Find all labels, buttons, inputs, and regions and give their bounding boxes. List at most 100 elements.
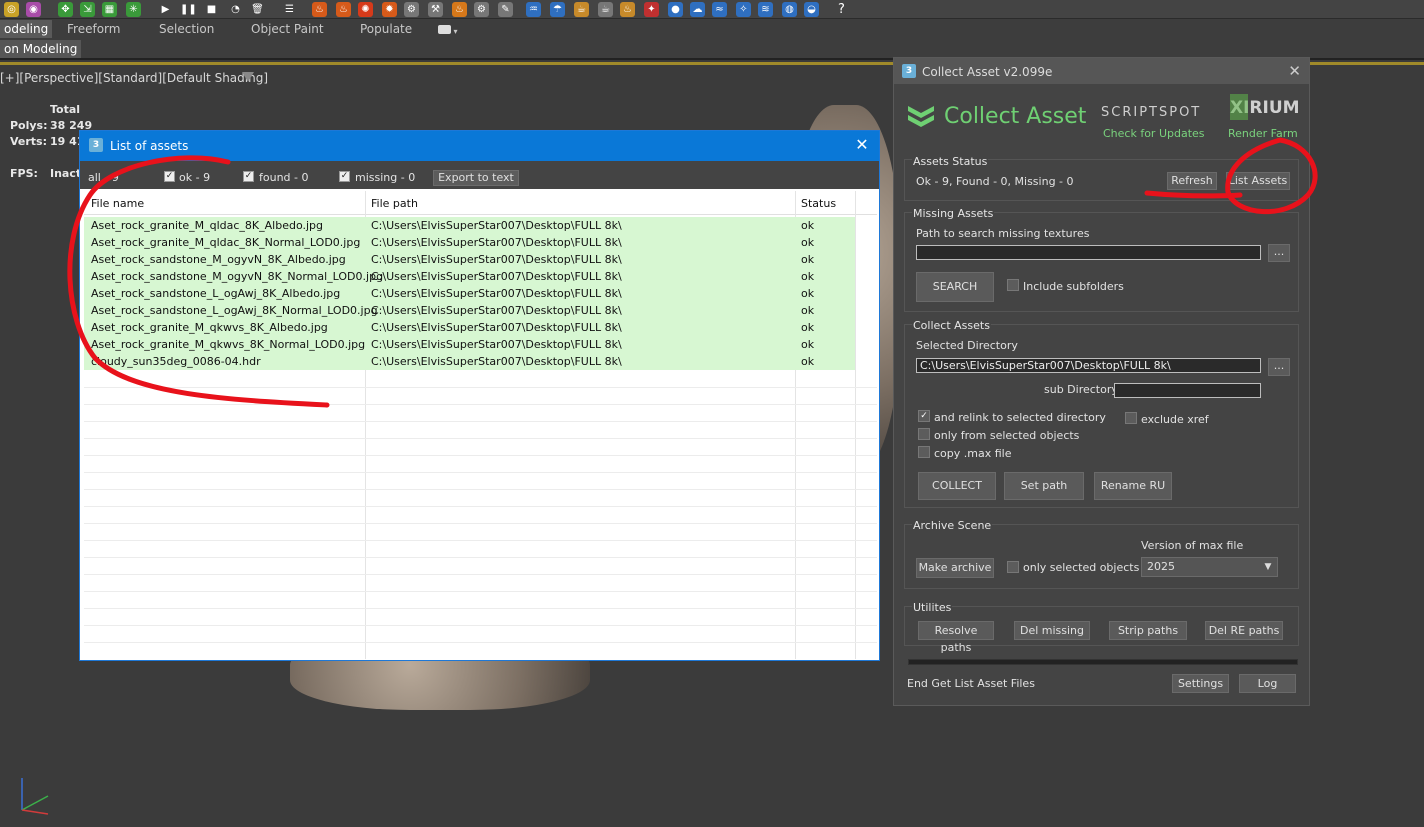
magnet-icon[interactable]: ◉ <box>26 2 41 17</box>
relink-checkbox[interactable]: ✓ <box>918 410 930 422</box>
sub-ribbon-label[interactable]: on Modeling <box>0 40 82 58</box>
only-selected-label[interactable]: only from selected objects <box>934 429 1079 442</box>
filter-ok-checkbox[interactable]: ✓ <box>164 171 175 182</box>
fire-icon[interactable]: ♨ <box>312 2 327 17</box>
bubble-icon[interactable]: ◍ <box>782 2 797 17</box>
coffee-icon[interactable]: ☕ <box>598 2 613 17</box>
table-row[interactable]: Aset_rock_granite_M_qkwvs_8K_Normal_LOD0… <box>84 336 855 353</box>
sub-directory-input[interactable] <box>1114 383 1261 398</box>
table-row[interactable]: Aset_rock_sandstone_M_ogyvN_8K_Albedo.jp… <box>84 251 855 268</box>
fx-icon[interactable]: ✺ <box>358 2 373 17</box>
water-icon[interactable]: ♒ <box>526 2 541 17</box>
fluid-icon[interactable]: ☂ <box>550 2 565 17</box>
trash-icon[interactable]: 🗑 <box>250 2 265 17</box>
exclude-xref-label[interactable]: exclude xref <box>1141 413 1209 426</box>
table-row[interactable]: Aset_rock_sandstone_L_ogAwj_8K_Albedo.jp… <box>84 285 855 302</box>
export-to-text-button[interactable]: Export to text <box>433 170 519 186</box>
fire2-icon[interactable]: ♨ <box>336 2 351 17</box>
resolve-paths-button[interactable]: Resolve paths <box>918 621 994 654</box>
include-subfolders-label[interactable]: Include subfolders <box>1023 280 1124 293</box>
only-selected-objects-label[interactable]: only selected objects <box>1023 561 1139 574</box>
flame-icon[interactable]: ♨ <box>452 2 467 17</box>
table-row[interactable]: Aset_rock_granite_M_qkwvs_8K_Albedo.jpg C… <box>84 319 855 336</box>
list-icon[interactable]: ☰ <box>282 2 297 17</box>
play-icon[interactable]: ▶ <box>158 2 173 17</box>
missing-path-input[interactable] <box>916 245 1261 260</box>
scriptspot-logo[interactable]: SCRIPTSPOT <box>1101 105 1201 120</box>
collect-titlebar[interactable]: 3 Collect Asset v2.099e ✕ <box>894 58 1309 84</box>
strip-paths-button[interactable]: Strip paths <box>1109 621 1187 640</box>
relink-label[interactable]: and relink to selected directory <box>934 411 1106 424</box>
filter-missing-label[interactable]: missing - 0 <box>355 171 415 184</box>
settings-button[interactable]: Settings <box>1172 674 1229 693</box>
only-selected-objects-checkbox[interactable] <box>1007 561 1019 573</box>
tab-selection[interactable]: Selection <box>159 22 214 36</box>
log-button[interactable]: Log <box>1239 674 1296 693</box>
bowl-icon[interactable]: ◒ <box>804 2 819 17</box>
grid-icon[interactable]: ▦ <box>102 2 117 17</box>
move-icon[interactable]: ✥ <box>58 2 73 17</box>
tools-icon[interactable]: ⚒ <box>428 2 443 17</box>
splash-icon[interactable]: ✧ <box>736 2 751 17</box>
viewport-label[interactable]: [+][Perspective][Standard][Default Shadi… <box>0 71 268 85</box>
filter-found-label[interactable]: found - 0 <box>259 171 309 184</box>
copy-max-checkbox[interactable] <box>918 446 930 458</box>
selected-directory-input[interactable]: C:\Users\ElvisSuperStar007\Desktop\FULL … <box>916 358 1261 373</box>
only-selected-checkbox[interactable] <box>918 428 930 440</box>
stop-icon[interactable]: ■ <box>204 2 219 17</box>
set-path-button[interactable]: Set path <box>1004 472 1084 500</box>
del-re-paths-button[interactable]: Del RE paths <box>1205 621 1283 640</box>
check-updates-link[interactable]: Check for Updates <box>1103 127 1205 140</box>
render-farm-link[interactable]: Render Farm <box>1228 127 1298 140</box>
cloud-icon[interactable]: ☁ <box>690 2 705 17</box>
torch-icon[interactable]: ♨ <box>620 2 635 17</box>
pause-icon[interactable]: ❚❚ <box>180 2 197 17</box>
tab-freeform[interactable]: Freeform <box>67 22 120 36</box>
browse-directory-button[interactable]: ... <box>1268 358 1290 376</box>
help-icon[interactable]: ? <box>834 2 849 17</box>
col-file-path[interactable]: File path <box>371 197 418 210</box>
browse-missing-button[interactable]: ... <box>1268 244 1290 262</box>
exclude-xref-checkbox[interactable] <box>1125 412 1137 424</box>
assets-window-titlebar[interactable]: 3 List of assets ✕ <box>80 131 879 161</box>
spark-icon[interactable]: ✳ <box>126 2 141 17</box>
filter-ok-label[interactable]: ok - 9 <box>179 171 210 184</box>
wave-icon[interactable]: ≈ <box>712 2 727 17</box>
burst-icon[interactable]: ✹ <box>382 2 397 17</box>
list-assets-button[interactable]: List Assets <box>1226 172 1290 190</box>
col-file-name[interactable]: File name <box>91 197 144 210</box>
del-missing-button[interactable]: Del missing <box>1014 621 1090 640</box>
filter-all-label[interactable]: all - 9 <box>88 171 119 184</box>
ocean-icon[interactable]: ≋ <box>758 2 773 17</box>
table-row[interactable]: Aset_rock_granite_M_qldac_8K_Normal_LOD0… <box>84 234 855 251</box>
search-button[interactable]: SEARCH <box>916 272 994 302</box>
copy-max-label[interactable]: copy .max file <box>934 447 1011 460</box>
tab-modeling[interactable]: odeling <box>0 20 53 38</box>
chevron-down-icon[interactable]: ▼ <box>1258 558 1278 576</box>
filter-icon[interactable] <box>242 72 254 82</box>
table-row[interactable]: cloudy_sun35deg_0086-04.hdr C:\Users\Elvi… <box>84 353 855 370</box>
tab-populate[interactable]: Populate <box>360 22 412 36</box>
rename-ru-button[interactable]: Rename RU <box>1094 472 1172 500</box>
red-icon[interactable]: ✦ <box>644 2 659 17</box>
col-status[interactable]: Status <box>801 197 836 210</box>
settings2-icon[interactable]: ⚙ <box>474 2 489 17</box>
cup-icon[interactable]: ☕ <box>574 2 589 17</box>
refresh-button[interactable]: Refresh <box>1167 172 1217 190</box>
collect-button[interactable]: COLLECT <box>918 472 996 500</box>
table-row[interactable]: Aset_rock_sandstone_L_ogAwj_8K_Normal_LO… <box>84 302 855 319</box>
close-icon[interactable]: ✕ <box>853 136 871 154</box>
filter-missing-checkbox[interactable]: ✓ <box>339 171 350 182</box>
make-archive-button[interactable]: Make archive <box>916 558 994 578</box>
table-row[interactable]: Aset_rock_granite_M_qldac_8K_Albedo.jpg C… <box>84 217 855 234</box>
close-icon[interactable]: ✕ <box>1288 62 1301 80</box>
filter-found-checkbox[interactable]: ✓ <box>243 171 254 182</box>
scale-icon[interactable]: ⇲ <box>80 2 95 17</box>
ribbon-options-icon[interactable]: ▾ <box>438 23 462 36</box>
sphere-icon[interactable]: ● <box>668 2 683 17</box>
table-row[interactable]: Aset_rock_sandstone_M_ogyvN_8K_Normal_LO… <box>84 268 855 285</box>
pen-icon[interactable]: ✎ <box>498 2 513 17</box>
snap-icon[interactable]: ◎ <box>4 2 19 17</box>
record-icon[interactable]: ◔ <box>228 2 243 17</box>
include-subfolders-checkbox[interactable] <box>1007 279 1019 291</box>
